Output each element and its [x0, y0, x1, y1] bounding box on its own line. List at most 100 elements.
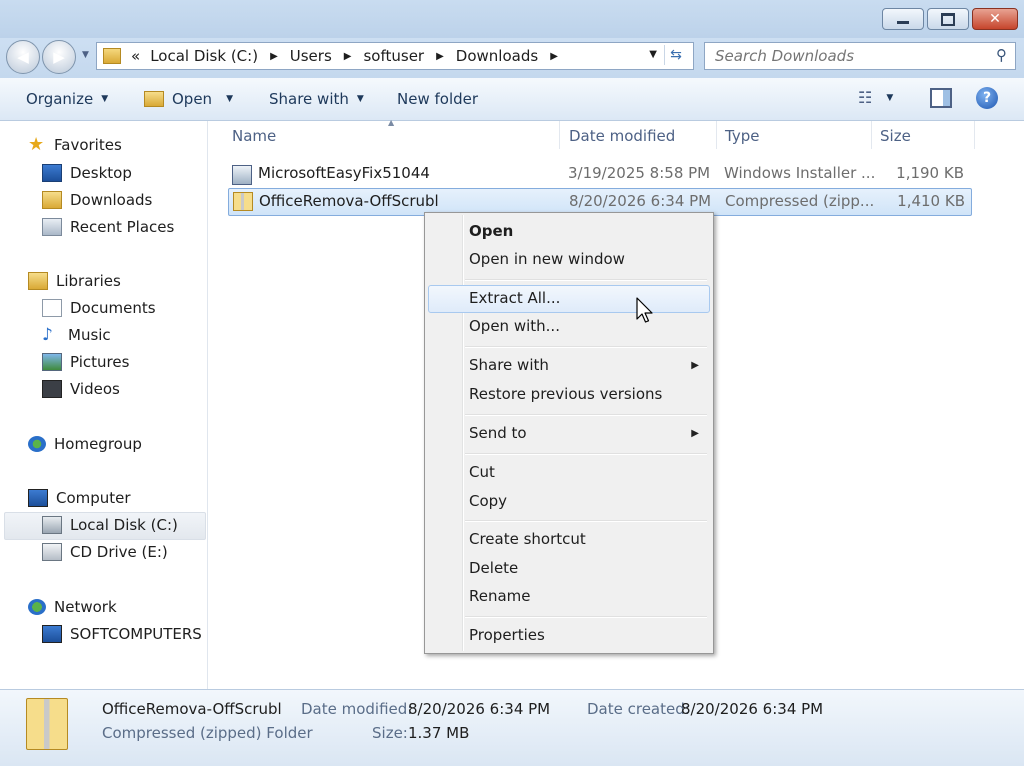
sidebar-item-downloads[interactable]: Downloads: [42, 191, 152, 209]
sidebar-item-label: Libraries: [56, 272, 121, 290]
sort-ascending-icon: ▲: [388, 118, 395, 127]
pictures-icon: [42, 353, 62, 371]
share-with-label: Share with: [269, 90, 349, 108]
sidebar-item-music[interactable]: ♪ Music: [42, 326, 111, 344]
preview-pane-button[interactable]: [930, 88, 952, 108]
sidebar-libraries[interactable]: Libraries: [28, 272, 121, 290]
menu-item-restore-previous-versions[interactable]: Restore previous versions: [469, 385, 662, 403]
change-view-button[interactable]: ☷ ▼: [858, 88, 893, 107]
sidebar-item-label: Recent Places: [70, 218, 175, 236]
file-size: 1,190 KB: [896, 164, 964, 182]
address-bar[interactable]: « Local Disk (C:) ▶ Users ▶ softuser ▶ D…: [96, 42, 694, 70]
sidebar-network[interactable]: Network: [28, 598, 117, 616]
breadcrumb-separator-icon[interactable]: ▶: [270, 51, 278, 62]
menu-separator: [465, 414, 707, 416]
menu-item-cut[interactable]: Cut: [469, 463, 495, 481]
column-header-date-modified[interactable]: Date modified: [569, 127, 675, 145]
help-icon: ?: [976, 87, 998, 109]
network-computer-icon: [42, 625, 62, 643]
preview-pane-icon: [930, 88, 952, 108]
refresh-icon[interactable]: ⇆: [664, 45, 687, 65]
menu-item-open[interactable]: Open: [469, 222, 513, 240]
command-bar: Organize ▼ Open ▼ Share with ▼ New folde…: [0, 78, 1024, 121]
menu-separator: [465, 279, 707, 281]
help-button[interactable]: ?: [976, 87, 998, 109]
sidebar-item-label: Favorites: [54, 136, 122, 154]
column-divider[interactable]: [974, 121, 975, 149]
sidebar-item-desktop[interactable]: Desktop: [42, 164, 132, 182]
new-folder-label: New folder: [397, 90, 479, 108]
open-button[interactable]: Open ▼: [144, 90, 233, 108]
menu-item-share-with[interactable]: Share with ▶: [425, 356, 713, 376]
minimize-button[interactable]: [882, 8, 924, 30]
sidebar-item-softcomputers[interactable]: SOFTCOMPUTERS: [42, 625, 202, 643]
menu-item-send-to[interactable]: Send to ▶: [425, 424, 713, 444]
share-with-button[interactable]: Share with ▼: [269, 90, 364, 108]
menu-separator: [465, 346, 707, 348]
forward-button[interactable]: ▶: [42, 40, 76, 74]
menu-item-delete[interactable]: Delete: [469, 559, 518, 577]
submenu-arrow-icon: ▶: [691, 360, 699, 371]
column-divider[interactable]: [716, 121, 717, 149]
new-folder-button[interactable]: New folder: [397, 90, 478, 108]
search-input[interactable]: [713, 46, 987, 66]
maximize-button[interactable]: [927, 8, 969, 30]
breadcrumb-softuser[interactable]: softuser: [363, 47, 424, 65]
menu-separator: [465, 453, 707, 455]
details-date-created-label: Date created:: [587, 700, 690, 718]
open-label: Open: [172, 90, 213, 108]
breadcrumb-local-disk[interactable]: Local Disk (C:): [150, 47, 258, 65]
recent-pages-dropdown-icon[interactable]: ▼: [82, 50, 89, 60]
address-dropdown-icon[interactable]: ▼: [649, 49, 657, 60]
details-view-icon: ☷: [858, 88, 873, 107]
sidebar-item-cd-drive[interactable]: CD Drive (E:): [42, 543, 168, 561]
organize-label: Organize: [26, 90, 94, 108]
close-button[interactable]: ✕: [972, 8, 1018, 30]
star-icon: ★: [28, 134, 45, 155]
sidebar-item-pictures[interactable]: Pictures: [42, 353, 129, 371]
column-divider[interactable]: [559, 121, 560, 149]
search-icon[interactable]: ⚲: [996, 46, 1007, 64]
sidebar-homegroup[interactable]: Homegroup: [28, 435, 142, 453]
breadcrumb-users[interactable]: Users: [290, 47, 332, 65]
back-button[interactable]: ◀: [6, 40, 40, 74]
menu-item-open-with[interactable]: Open with...: [469, 317, 560, 335]
breadcrumb-overflow[interactable]: «: [131, 47, 140, 65]
breadcrumb-downloads[interactable]: Downloads: [456, 47, 538, 65]
column-header-type[interactable]: Type: [725, 127, 759, 145]
file-size: 1,410 KB: [897, 192, 965, 210]
table-row[interactable]: MicrosoftEasyFix51044 3/19/2025 8:58 PM …: [228, 161, 970, 187]
sidebar-item-local-disk[interactable]: Local Disk (C:): [42, 516, 178, 534]
menu-item-rename[interactable]: Rename: [469, 587, 531, 605]
menu-item-extract-all[interactable]: Extract All...: [469, 289, 560, 307]
open-folder-icon: [144, 91, 164, 107]
file-name: MicrosoftEasyFix51044: [258, 164, 430, 182]
libraries-icon: [28, 272, 48, 290]
recent-places-icon: [42, 218, 62, 236]
details-date-modified: 8/20/2026 6:34 PM: [408, 700, 551, 718]
menu-item-copy[interactable]: Copy: [469, 492, 507, 510]
menu-item-properties[interactable]: Properties: [469, 626, 545, 644]
sidebar-favorites[interactable]: ★ Favorites: [28, 134, 122, 155]
sidebar-item-documents[interactable]: Documents: [42, 299, 156, 317]
sidebar-computer[interactable]: Computer: [28, 489, 131, 507]
breadcrumb-separator-icon[interactable]: ▶: [550, 51, 558, 62]
sidebar-item-label: CD Drive (E:): [70, 543, 168, 561]
organize-button[interactable]: Organize ▼: [26, 90, 108, 108]
details-size: 1.37 MB: [408, 724, 470, 742]
sidebar-item-label: Computer: [56, 489, 131, 507]
menu-item-create-shortcut[interactable]: Create shortcut: [469, 530, 586, 548]
sidebar-item-label: Downloads: [70, 191, 153, 209]
column-header-size[interactable]: Size: [880, 127, 911, 145]
sidebar-item-label: Pictures: [70, 353, 130, 371]
breadcrumb-separator-icon[interactable]: ▶: [344, 51, 352, 62]
details-size-label: Size:: [372, 724, 408, 742]
column-header-name[interactable]: Name: [232, 127, 276, 145]
breadcrumb-separator-icon[interactable]: ▶: [436, 51, 444, 62]
sidebar-item-videos[interactable]: Videos: [42, 380, 120, 398]
menu-item-open-new-window[interactable]: Open in new window: [469, 250, 625, 268]
navigation-bar: ◀ ▶ ▼ « Local Disk (C:) ▶ Users ▶ softus…: [0, 38, 1024, 78]
sidebar-item-recent-places[interactable]: Recent Places: [42, 218, 174, 236]
search-box[interactable]: ⚲: [704, 42, 1016, 70]
column-divider[interactable]: [871, 121, 872, 149]
